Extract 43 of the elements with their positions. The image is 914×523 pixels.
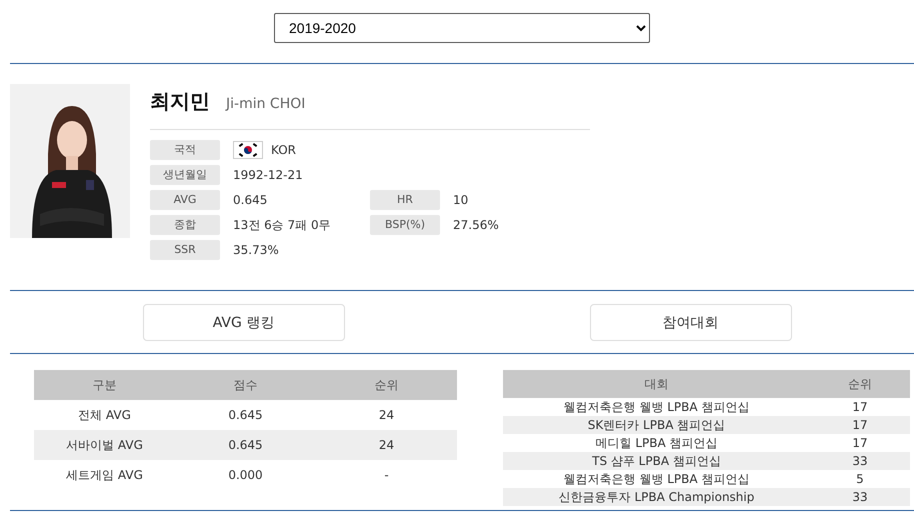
info-value: 13전 6승 7패 0무 [232,216,332,234]
table-cell: 33 [810,452,910,470]
table-cell: 전체 AVG [34,400,175,430]
info-label: 종합 [150,215,220,235]
info-label: 국적 [150,140,220,160]
table-cell: 웰컴저축은행 웰뱅 LPBA 챔피언십 [503,470,810,488]
table-cell: 메디힐 LPBA 챔피언십 [503,434,810,452]
info-value: 0.645 [232,193,268,207]
info-value: 27.56% [452,218,500,232]
info-value: 35.73% [232,243,280,257]
info-label: SSR [150,240,220,260]
table-cell: 0.645 [175,400,316,430]
info-value: 1992-12-21 [232,168,304,182]
column-header: 순위 [810,370,910,398]
info-label: AVG [150,190,220,210]
flag-icon [233,141,263,159]
column-header: 점수 [175,370,316,400]
tab-button[interactable]: AVG 랭킹 [142,304,344,341]
info-label: HR [370,190,440,210]
table-cell: 서바이벌 AVG [34,430,175,460]
table-cell: TS 샴푸 LPBA 챔피언십 [503,452,810,470]
table-cell: 웰컴저축은행 웰뱅 LPBA 챔피언십 [503,398,810,416]
column-header: 구분 [34,370,175,400]
player-name-english: Ji-min CHOI [226,96,306,112]
player-name: 최지민 [150,88,210,115]
info-label: 생년월일 [150,165,220,185]
info-value: 10 [452,193,470,207]
table-cell: 24 [316,400,457,430]
table-cell: 17 [810,398,910,416]
column-header: 대회 [503,370,810,398]
table-cell: 신한금융투자 LPBA Championship [503,488,810,506]
table-cell: 17 [810,416,910,434]
table-cell: 17 [810,434,910,452]
table-cell: 33 [810,488,910,506]
tab-button[interactable]: 참여대회 [590,304,792,341]
season-select[interactable]: 2019-2020 [274,13,650,43]
table-cell: 24 [316,430,457,460]
table-cell: SK렌터카 LPBA 챔피언십 [503,416,810,434]
table-cell: 5 [810,470,910,488]
column-header: 순위 [316,370,457,400]
nationality-value: KOR [271,143,296,157]
table-cell: 0.645 [175,430,316,460]
info-label: BSP(%) [370,215,440,235]
